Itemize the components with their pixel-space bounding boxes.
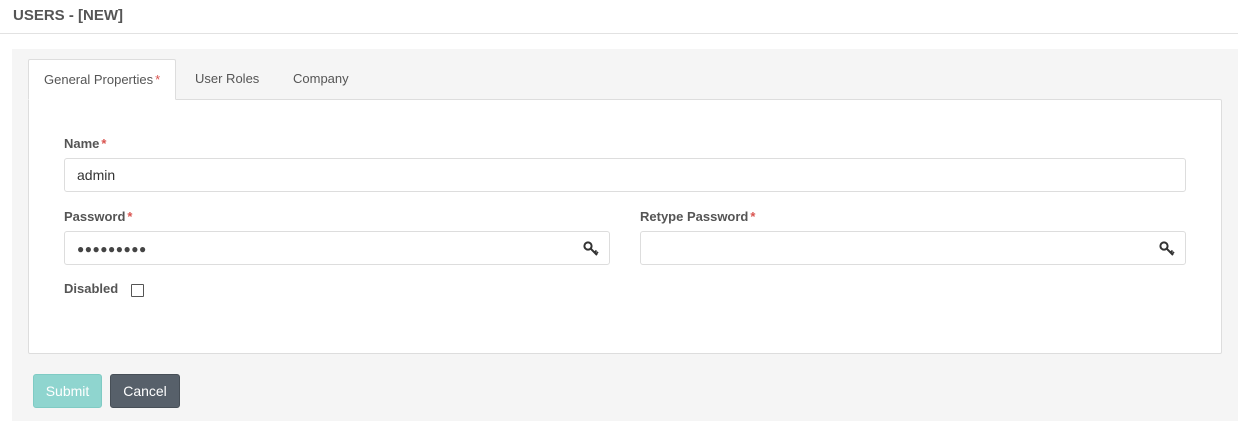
page-title: USERS - [NEW] <box>13 7 123 24</box>
retype-password-label: Retype Password * <box>640 209 755 224</box>
tab-company-label: Company <box>293 71 349 86</box>
tab-content <box>28 99 1222 354</box>
tab-general-properties[interactable]: General Properties * <box>28 59 177 100</box>
required-mark: * <box>155 72 161 87</box>
name-field-value: admin <box>77 167 116 183</box>
key-icon[interactable] <box>583 241 599 257</box>
submit-button[interactable]: Submit <box>33 374 102 408</box>
tab-company[interactable]: Company <box>293 59 349 100</box>
key-icon[interactable] <box>1159 241 1175 257</box>
password-field[interactable]: ●●●●●●●●● <box>64 231 610 265</box>
retype-password-field[interactable] <box>640 231 1186 265</box>
disabled-checkbox[interactable] <box>131 284 144 297</box>
retype-password-label-text: Retype Password <box>640 209 749 224</box>
cancel-button[interactable]: Cancel <box>110 374 180 408</box>
required-mark: * <box>101 136 107 151</box>
name-field[interactable]: admin <box>64 158 1186 192</box>
name-label-text: Name <box>64 136 100 151</box>
tab-general-properties-label: General Properties <box>44 72 154 87</box>
title-divider <box>0 33 1238 34</box>
disabled-label: Disabled <box>64 281 119 296</box>
name-label: Name * <box>64 136 106 151</box>
required-mark: * <box>750 209 756 224</box>
tab-user-roles[interactable]: User Roles <box>195 59 259 100</box>
password-label: Password * <box>64 209 132 224</box>
tab-user-roles-label: User Roles <box>195 71 260 86</box>
required-mark: * <box>127 209 133 224</box>
password-field-value: ●●●●●●●●● <box>77 242 147 256</box>
password-label-text: Password <box>64 209 126 224</box>
